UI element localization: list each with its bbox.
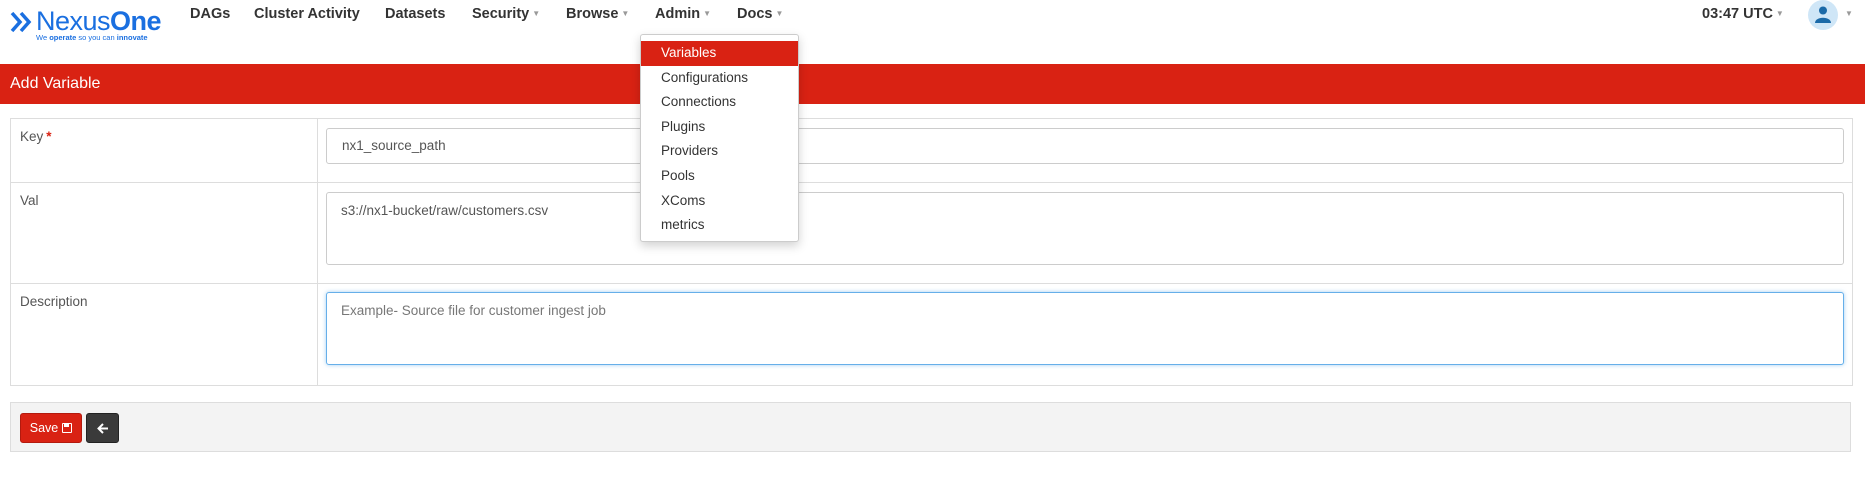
required-marker: * (46, 129, 52, 144)
form-row-description: Description Example- Source file for cus… (11, 284, 1852, 385)
clock-time[interactable]: 03:47 UTC ▼ (1702, 6, 1784, 22)
chevron-down-icon: ▼ (703, 9, 712, 18)
menu-item-xcoms[interactable]: XComs (641, 189, 798, 214)
menu-item-pools[interactable]: Pools (641, 164, 798, 189)
admin-dropdown-menu: Variables Configurations Connections Plu… (640, 34, 799, 242)
nav-dags[interactable]: DAGs (190, 6, 230, 22)
nav-docs[interactable]: Docs ▼ (737, 6, 783, 22)
chevron-down-icon: ▼ (621, 9, 630, 18)
chevron-down-icon: ▼ (775, 9, 784, 18)
user-avatar[interactable] (1808, 0, 1838, 30)
form-row-val: Val s3://nx1-bucket/raw/customers.csv (11, 183, 1852, 284)
save-button[interactable]: Save (20, 413, 82, 443)
nav-admin[interactable]: Admin ▼ (655, 6, 711, 22)
menu-item-providers[interactable]: Providers (641, 139, 798, 164)
description-textarea[interactable]: Example- Source file for customer ingest… (326, 292, 1844, 365)
nav-security[interactable]: Security ▼ (472, 6, 540, 22)
form-row-key: Key * nx1_source_path (11, 119, 1852, 183)
key-label: Key * (11, 119, 318, 182)
brand-logo[interactable]: NexusOne We operate so you can innovate (10, 4, 170, 46)
back-button[interactable] (86, 413, 119, 443)
menu-item-connections[interactable]: Connections (641, 90, 798, 115)
double-chevron-icon (10, 11, 32, 33)
brand-tagline: We operate so you can innovate (36, 33, 148, 42)
description-label: Description (11, 284, 318, 385)
variable-form: Key * nx1_source_path Val s3://nx1-bucket… (10, 118, 1853, 386)
val-textarea[interactable]: s3://nx1-bucket/raw/customers.csv (326, 192, 1844, 265)
arrow-left-icon (97, 423, 108, 434)
menu-item-plugins[interactable]: Plugins (641, 115, 798, 140)
chevron-down-icon: ▼ (1775, 9, 1784, 18)
menu-item-configurations[interactable]: Configurations (641, 66, 798, 91)
nav-cluster-activity[interactable]: Cluster Activity (254, 6, 360, 22)
chevron-down-icon[interactable]: ▼ (1845, 9, 1853, 18)
menu-item-metrics[interactable]: metrics (641, 213, 798, 238)
val-label: Val (11, 183, 318, 283)
chevron-down-icon: ▼ (532, 9, 541, 18)
nav-browse[interactable]: Browse ▼ (566, 6, 629, 22)
key-input[interactable]: nx1_source_path (326, 128, 1844, 164)
panel-title: Add Variable (0, 64, 1865, 104)
save-icon (62, 423, 73, 433)
brand-name: NexusOne (36, 6, 162, 36)
top-navbar: NexusOne We operate so you can innovate … (0, 0, 1875, 50)
nav-datasets[interactable]: Datasets (385, 6, 445, 22)
form-actions-bar: Save (10, 402, 1851, 452)
user-icon (1815, 6, 1831, 23)
menu-item-variables[interactable]: Variables (641, 41, 798, 66)
